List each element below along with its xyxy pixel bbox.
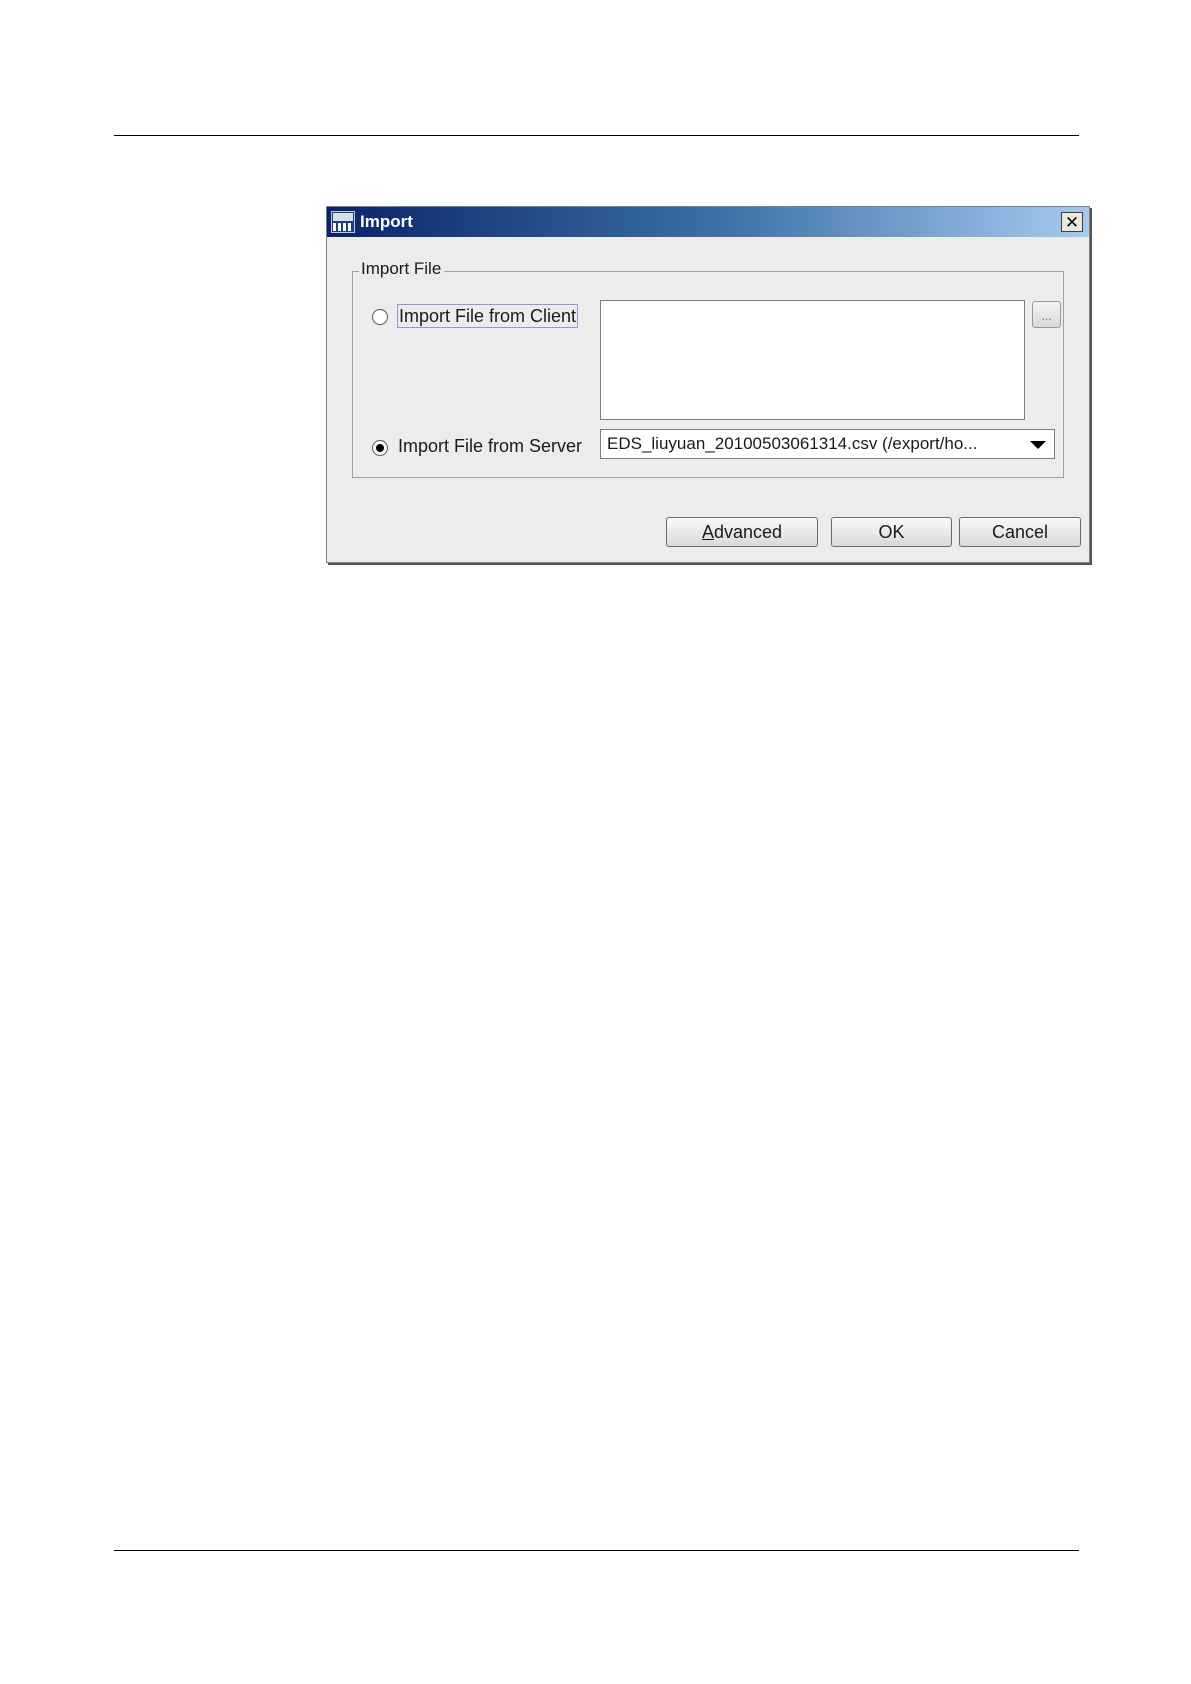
- cancel-button[interactable]: Cancel: [959, 517, 1081, 547]
- client-file-path-field[interactable]: [600, 300, 1025, 420]
- title-bar[interactable]: Import ✕: [327, 207, 1089, 237]
- import-from-server-label[interactable]: Import File from Server: [398, 435, 582, 457]
- close-icon[interactable]: ✕: [1061, 212, 1083, 232]
- server-file-selected-value: EDS_liuyuan_20100503061314.csv (/export/…: [607, 434, 978, 453]
- chevron-down-icon[interactable]: [1030, 441, 1046, 449]
- import-file-group-label: Import File: [359, 259, 445, 279]
- import-from-client-radio[interactable]: [372, 309, 388, 325]
- page-footer-rule: [114, 1550, 1079, 1551]
- import-from-client-label[interactable]: Import File from Client: [397, 304, 579, 328]
- dialog-title: Import: [360, 212, 413, 231]
- server-file-select[interactable]: EDS_liuyuan_20100503061314.csv (/export/…: [600, 429, 1055, 459]
- import-dialog: Import ✕ Import File Import File from Cl…: [326, 206, 1090, 563]
- browse-button[interactable]: ...: [1032, 301, 1061, 328]
- app-logo-icon: [331, 211, 355, 233]
- advanced-button[interactable]: Advanced: [666, 517, 818, 547]
- advanced-button-label: dvanced: [713, 522, 783, 542]
- advanced-button-mnemonic: A: [701, 522, 714, 542]
- ok-button[interactable]: OK: [831, 517, 952, 547]
- import-from-server-radio[interactable]: [372, 440, 388, 456]
- page-header-rule: [114, 135, 1079, 136]
